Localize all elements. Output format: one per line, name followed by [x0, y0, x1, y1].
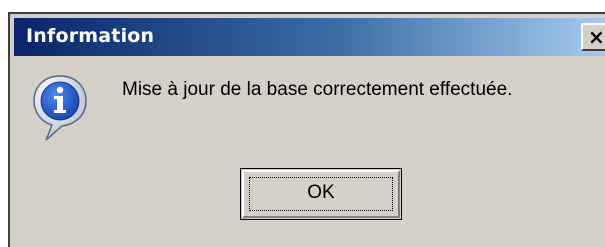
message-text: Mise à jour de la base correctement effe… — [122, 79, 513, 100]
window-title: Information — [26, 25, 155, 47]
ok-button-label: OK — [307, 182, 335, 203]
info-icon — [33, 75, 87, 141]
title-bar[interactable]: Information × — [14, 18, 605, 56]
information-dialog: Information × Mise à jour de la base cor… — [8, 12, 605, 247]
close-button[interactable]: × — [581, 23, 605, 51]
close-icon: × — [588, 25, 605, 49]
ok-button[interactable]: OK — [240, 168, 402, 220]
